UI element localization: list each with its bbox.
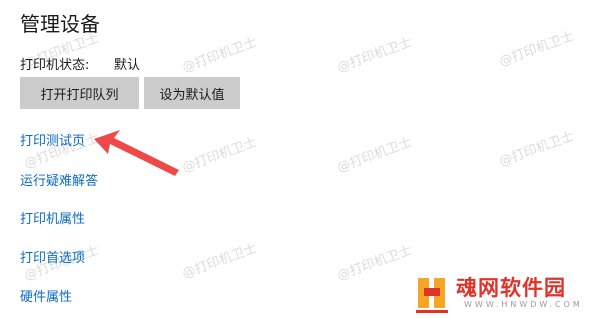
printer-status-value: 默认: [114, 58, 141, 73]
watermark: @打印机卫士: [335, 134, 414, 176]
logo-mark-icon: [416, 278, 448, 313]
red-arrow-icon: [94, 130, 179, 176]
printer-properties-link[interactable]: 打印机属性: [20, 208, 85, 227]
section-title: 管理设备: [20, 12, 100, 36]
watermark: @打印机卫士: [180, 34, 259, 76]
printing-preferences-link[interactable]: 打印首选项: [20, 247, 85, 266]
hardware-properties-link[interactable]: 硬件属性: [20, 286, 72, 305]
watermark: @打印机卫士: [180, 240, 259, 282]
watermark: @打印机卫士: [180, 134, 259, 176]
logo-text: 魂网软件园: [456, 276, 566, 300]
site-logo: 魂网软件园 WWW.HNWDW.COM: [412, 272, 590, 314]
print-test-page-link[interactable]: 打印测试页: [20, 130, 85, 149]
logo-url-text: WWW.HNWDW.COM: [464, 300, 583, 309]
printer-status-row: 打印机状态: 默认: [20, 54, 140, 73]
watermark: @打印机卫士: [335, 242, 414, 284]
manage-device-panel: @打印机卫士 @打印机卫士 @打印机卫士 @打印机卫士 @打印机卫士 @打印机卫…: [0, 0, 600, 318]
watermark: @打印机卫士: [497, 28, 576, 70]
set-as-default-button[interactable]: 设为默认值: [144, 77, 240, 109]
watermark: @打印机卫士: [497, 128, 576, 170]
open-print-queue-button[interactable]: 打开打印队列: [20, 77, 139, 109]
printer-status-label: 打印机状态:: [20, 58, 90, 73]
watermark: @打印机卫士: [335, 34, 414, 76]
